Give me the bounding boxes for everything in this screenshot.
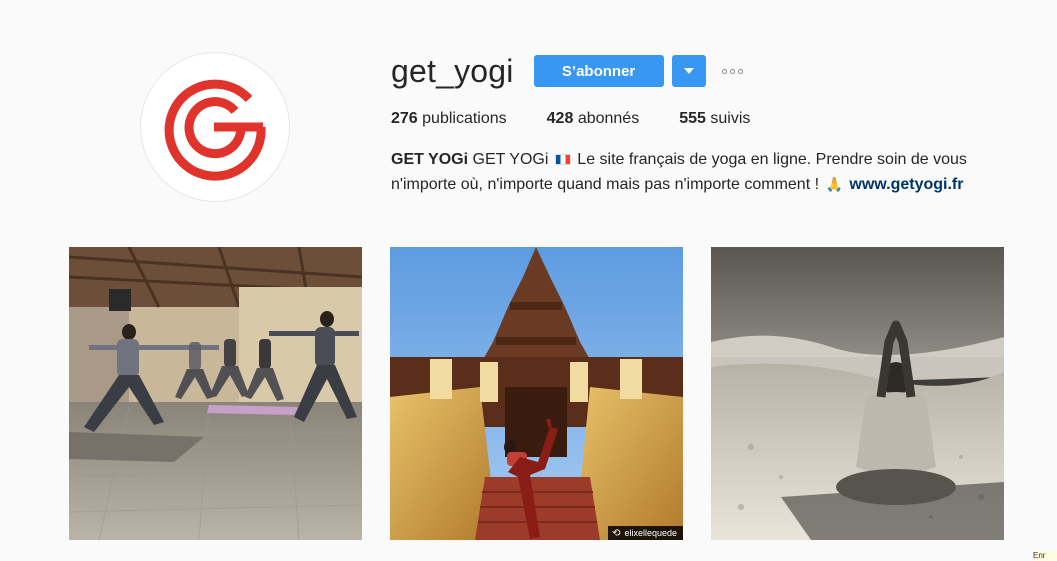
- corner-tag: Enr: [1033, 551, 1057, 561]
- more-dot-icon: [737, 68, 743, 74]
- more-dot-icon: [721, 68, 727, 74]
- profile-username: get_yogi: [391, 53, 514, 89]
- repost-icon: ⟲: [612, 527, 621, 539]
- stat-followers[interactable]: 428 abonnés: [547, 108, 640, 130]
- stat-label: publications: [422, 110, 507, 127]
- yoga-class-photo-icon: [69, 247, 362, 540]
- repost-badge: ⟲ elixellequede: [608, 526, 683, 540]
- profile-bio: GET YOGi GET YOGi Le site français de yo…: [391, 148, 1011, 197]
- profile-stats: 276 publications 428 abonnés 555 suivis: [391, 108, 790, 130]
- stat-following[interactable]: 555 suivis: [679, 108, 750, 130]
- get-yogi-logo-icon: [164, 79, 266, 181]
- profile-avatar[interactable]: [140, 52, 290, 202]
- stat-count: 428: [546, 110, 574, 127]
- stat-label: abonnés: [577, 110, 640, 127]
- profile-header: get_yogi S’abonner: [391, 50, 743, 92]
- follow-button[interactable]: S’abonner: [533, 55, 664, 87]
- post-thumbnail[interactable]: [711, 247, 1004, 540]
- stat-label: suivis: [710, 110, 751, 127]
- stat-publications: 276 publications: [391, 108, 507, 130]
- suggestions-dropdown-button[interactable]: [671, 55, 706, 87]
- post-thumbnail[interactable]: ⟲ elixellequede: [390, 247, 683, 540]
- praying-hands-icon: 🙏: [825, 176, 843, 192]
- repost-username: elixellequede: [624, 528, 677, 538]
- bio-website-link[interactable]: www.getyogi.fr: [849, 176, 963, 193]
- caret-down-icon: [683, 68, 694, 74]
- bio-text-before-flag: GET YOGi: [472, 151, 549, 168]
- beach-meditation-photo-icon: [711, 247, 1004, 540]
- post-thumbnail[interactable]: [69, 247, 362, 540]
- stat-count: 276: [391, 110, 418, 127]
- france-flag-icon: [554, 154, 571, 165]
- more-options-button[interactable]: [721, 55, 743, 87]
- temple-yoga-photo-icon: [390, 247, 683, 540]
- stat-count: 555: [679, 110, 706, 127]
- bio-name: GET YOGi: [391, 151, 469, 168]
- more-dot-icon: [729, 68, 735, 74]
